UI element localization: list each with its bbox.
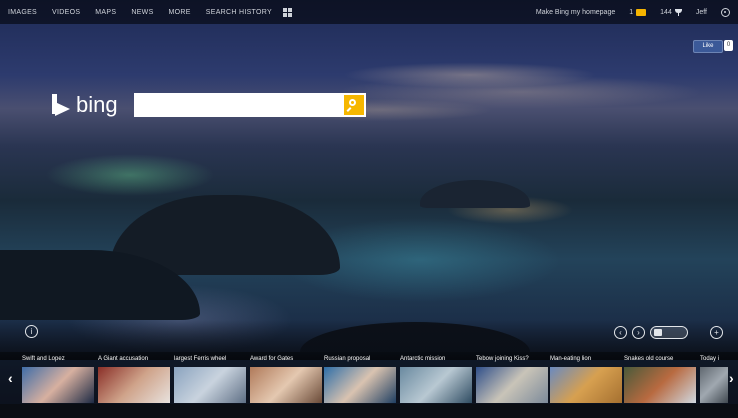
news-tile[interactable]: Today i	[700, 354, 728, 403]
news-tile-thumbnail	[550, 367, 622, 403]
island-silhouette	[420, 180, 530, 208]
news-tile[interactable]: Swift and Lopez	[22, 354, 94, 403]
news-tile-caption: Man-eating lion	[550, 356, 592, 362]
facebook-like-button[interactable]: Like	[693, 40, 723, 53]
apps-grid-icon[interactable]	[282, 7, 292, 17]
news-tile-caption: Snakes old course	[624, 356, 674, 362]
news-tile-thumbnail	[22, 367, 94, 403]
news-tile-caption: Antarctic mission	[400, 356, 446, 362]
news-tile-thumbnail	[476, 367, 548, 403]
account-nav: Make Bing my homepage 1 144 Jeff	[536, 0, 738, 24]
carousel-left-arrow-icon[interactable]: ‹	[8, 370, 13, 386]
news-tile-thumbnail	[400, 367, 472, 403]
next-image-button[interactable]: ›	[632, 326, 645, 339]
news-tile-caption: Tebow joining Kiss?	[476, 356, 529, 362]
nav-search-history[interactable]: SEARCH HISTORY	[206, 9, 272, 16]
previous-image-button[interactable]: ‹	[614, 326, 627, 339]
magnifier-icon	[349, 99, 356, 106]
news-tile-thumbnail	[324, 367, 396, 403]
info-hotspot-button[interactable]: i	[25, 325, 38, 338]
news-tile[interactable]: Man-eating lion	[550, 354, 622, 403]
news-tile-caption: Award for Gates	[250, 356, 294, 362]
points-count: 144	[660, 8, 672, 16]
news-tile-thumbnail	[174, 367, 246, 403]
facebook-like-count: 0	[724, 40, 733, 51]
image-info-button[interactable]	[650, 326, 688, 339]
news-tile-caption: largest Ferris wheel	[174, 356, 227, 362]
search-box	[134, 93, 366, 117]
top-navigation-bar: IMAGES VIDEOS MAPS NEWS MORE SEARCH HIST…	[0, 0, 738, 24]
news-tile-caption: Swift and Lopez	[22, 356, 65, 362]
settings-gear-icon[interactable]	[721, 7, 730, 17]
news-tile-caption: Today i	[700, 356, 720, 362]
trophy-icon[interactable]	[674, 8, 682, 16]
search-input[interactable]	[134, 93, 340, 117]
news-tile-thumbnail	[700, 367, 728, 403]
user-name[interactable]: Jeff	[696, 9, 707, 16]
expand-button[interactable]: +	[710, 326, 723, 339]
news-tile[interactable]: Tebow joining Kiss?	[476, 354, 548, 403]
make-homepage-link[interactable]: Make Bing my homepage	[536, 9, 615, 16]
news-tile-thumbnail	[98, 367, 170, 403]
news-tile-thumbnail	[250, 367, 322, 403]
news-tile-thumbnail	[624, 367, 696, 403]
nav-news[interactable]: NEWS	[131, 9, 153, 16]
carousel-right-arrow-icon[interactable]: ›	[729, 370, 734, 386]
logo-text: bing	[76, 92, 118, 117]
nav-images[interactable]: IMAGES	[8, 9, 37, 16]
rewards-count: 1	[629, 8, 634, 16]
search-button[interactable]	[344, 95, 364, 115]
scope-nav: IMAGES VIDEOS MAPS NEWS MORE SEARCH HIST…	[0, 0, 292, 24]
rewards-badge-icon[interactable]	[636, 8, 647, 16]
news-tile[interactable]: Russian proposal	[324, 354, 396, 403]
news-tile[interactable]: Antarctic mission	[400, 354, 472, 403]
news-tile[interactable]: A Giant accusation	[98, 354, 170, 403]
nav-more[interactable]: MORE	[169, 9, 191, 16]
news-tile[interactable]: Award for Gates	[250, 354, 322, 403]
camera-icon	[654, 329, 662, 336]
news-tile-caption: Russian proposal	[324, 356, 371, 362]
news-tile-caption: A Giant accusation	[98, 356, 149, 362]
footer-bar	[0, 404, 738, 418]
nav-videos[interactable]: VIDEOS	[52, 9, 80, 16]
bing-b-icon	[52, 94, 70, 116]
news-tile[interactable]: Snakes old course	[624, 354, 696, 403]
news-tile[interactable]: largest Ferris wheel	[174, 354, 246, 403]
nav-maps[interactable]: MAPS	[95, 9, 116, 16]
bing-logo: bing	[52, 92, 118, 118]
